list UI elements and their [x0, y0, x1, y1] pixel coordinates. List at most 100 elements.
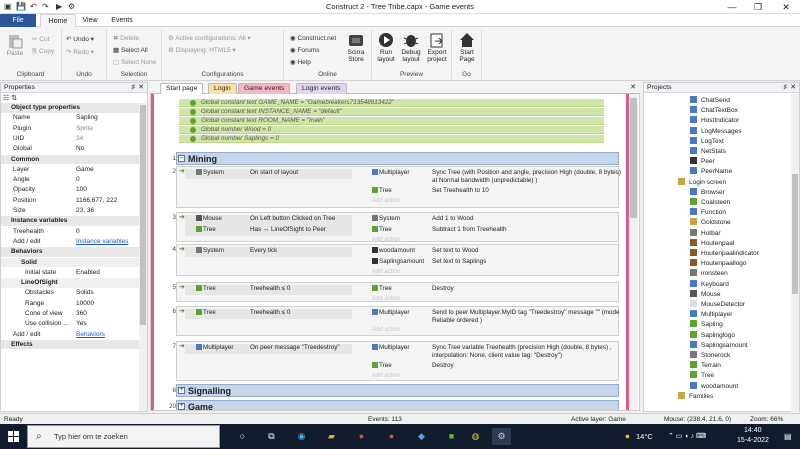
select-all-button[interactable]: ▦ Select All — [113, 46, 148, 54]
property-section[interactable]: Common — [1, 154, 139, 164]
project-item[interactable]: Tree — [690, 371, 714, 379]
projects-scroll-thumb[interactable] — [792, 174, 798, 294]
property-section[interactable]: Object type properties — [1, 103, 139, 113]
copy-button[interactable]: ⎘ Copy — [32, 48, 54, 56]
project-item[interactable]: ironsteen — [690, 269, 728, 277]
help-link[interactable]: ◉ Help — [290, 58, 311, 66]
event-block[interactable]: ➔ Tree Treehealth ≤ 0 Multiplayer Send to pe… — [176, 306, 620, 336]
event-block[interactable]: ➔ Tree Treehealth ≤ 0 Tree Destroy Add action — [176, 282, 619, 302]
close-icon[interactable]: ✕ — [790, 83, 796, 93]
add-action-link[interactable]: Add action — [372, 327, 400, 333]
start-page-button[interactable]: Start Page — [454, 32, 480, 63]
project-item[interactable]: Stonerock — [690, 351, 730, 359]
project-item[interactable]: LogText — [690, 136, 724, 145]
project-item[interactable]: Families — [678, 391, 713, 400]
event-group-signalling[interactable]: + Signalling — [176, 384, 619, 397]
event-block[interactable]: ➔ System On start of layout Multiplayer Sync… — [176, 166, 621, 208]
property-section[interactable]: Behaviors — [1, 247, 139, 257]
forums-link[interactable]: ◉ Forums — [290, 46, 320, 54]
project-item[interactable]: Houtenpaalindicator — [690, 249, 759, 257]
project-item[interactable]: Houtenpaallogo — [690, 259, 747, 267]
tab-login-events[interactable]: Login events — [296, 83, 347, 94]
property-section[interactable]: Effects — [1, 339, 139, 350]
cortana-icon[interactable]: ○ — [233, 428, 252, 445]
global-variable-row[interactable]: Global constant text GAME_NAME = "Gamebr… — [179, 99, 604, 108]
undo-button[interactable]: ↶ Undo ▾ — [66, 35, 94, 43]
project-item[interactable]: Hotbar — [690, 228, 721, 237]
opera-icon[interactable]: ● — [352, 428, 371, 445]
tab-view[interactable]: View — [76, 14, 104, 27]
project-item[interactable]: Saplinglogo — [690, 330, 735, 339]
project-item[interactable]: Houtenpaal — [690, 238, 734, 247]
paste-button[interactable]: Paste — [4, 33, 26, 57]
project-item[interactable]: LogMessages — [690, 126, 741, 135]
project-item[interactable]: woodamount — [690, 381, 738, 390]
property-link[interactable]: Behaviors — [76, 330, 105, 340]
event-condition[interactable]: Tree Has ↔ LineOfSight to Peer — [185, 226, 352, 236]
event-condition[interactable]: Multiplayer On peer message "Treedestroy" — [185, 344, 352, 354]
add-action-link[interactable]: Add action — [372, 269, 400, 275]
tab-game-events[interactable]: Game events — [238, 83, 291, 94]
project-item[interactable]: Sapling — [690, 320, 723, 328]
project-item[interactable]: Mouse — [690, 289, 721, 298]
weather-icon[interactable]: ● — [618, 428, 637, 445]
project-item[interactable]: Login screen — [678, 177, 726, 186]
project-item[interactable]: HostIndicator — [690, 116, 739, 124]
project-item[interactable]: Multiplayer — [690, 310, 732, 318]
project-item[interactable]: Coalsteen — [690, 198, 730, 206]
global-variable-row[interactable]: Global constant text INSTANCE_NAME = "de… — [179, 108, 604, 117]
add-action-link[interactable]: Add action — [372, 373, 400, 379]
add-action-link[interactable]: Add action — [372, 296, 400, 302]
event-condition[interactable]: Tree Treehealth ≤ 0 — [185, 309, 352, 319]
debug-layout-button[interactable]: Debug layout — [399, 32, 423, 63]
taskbar-search-input[interactable]: ⌕ Typ hier om te zoeken — [27, 425, 220, 448]
event-block[interactable]: ➔ System Every tick woodamount Set text to W… — [176, 244, 619, 276]
global-variable-row[interactable]: Global number Wood = 0 — [179, 126, 604, 135]
projects-scrollbar[interactable] — [791, 94, 799, 412]
event-group-game[interactable]: + Game — [176, 400, 619, 410]
project-item[interactable]: Terrain — [690, 361, 721, 369]
project-item[interactable]: ChatTextBox — [690, 106, 738, 114]
global-variable-row[interactable]: Global constant text ROOM_NAME = "main" — [179, 117, 604, 126]
properties-scroll-thumb[interactable] — [140, 105, 146, 325]
active-configurations-dropdown[interactable]: ⚙ Active configurations: All ▾ — [168, 34, 251, 42]
sheet-scroll-thumb[interactable] — [630, 98, 637, 218]
delete-button[interactable]: ✖ Delete — [113, 34, 139, 42]
cut-button[interactable]: ✂ Cut — [32, 35, 49, 43]
export-project-button[interactable]: Export project — [424, 32, 450, 63]
scirra-store-button[interactable]: Scirra Store — [344, 32, 368, 63]
event-block[interactable]: ➔ Mouse On Left button Clicked on Tree Tree… — [176, 212, 619, 243]
file-explorer-icon[interactable]: ▰ — [322, 428, 341, 445]
restore-button[interactable]: ❐ — [746, 0, 770, 14]
project-item[interactable]: ChatSend — [690, 96, 730, 104]
tray-icons[interactable]: ⌃ ▭ ◖ ♪ ⌨ — [668, 432, 706, 440]
event-condition[interactable]: Tree Treehealth ≤ 0 — [185, 285, 352, 295]
edge-icon[interactable]: ◉ — [292, 428, 311, 445]
event-condition[interactable]: System Every tick — [185, 247, 352, 257]
notifications-icon[interactable]: ▤ — [784, 432, 792, 441]
project-item[interactable]: Goldstone — [690, 218, 731, 226]
close-button[interactable]: ✕ — [774, 0, 798, 14]
minecraft-icon[interactable]: ■ — [442, 428, 461, 445]
displaying-dropdown[interactable]: ⚙ Displaying: HTML5 ▾ — [168, 46, 236, 54]
tab-start-page[interactable]: Start page — [160, 83, 204, 94]
construct-net-link[interactable]: ◉ Construct.net — [290, 34, 336, 42]
construct-icon[interactable]: ⚙ — [492, 428, 511, 445]
event-group-mining[interactable]: – Mining — [176, 152, 619, 165]
tab-file[interactable]: File — [0, 14, 36, 27]
add-action-link[interactable]: Add action — [372, 198, 400, 204]
windows-start-icon[interactable] — [8, 431, 19, 442]
tab-login[interactable]: Login — [208, 83, 237, 94]
property-link[interactable]: Instance variables — [76, 237, 128, 247]
tab-events[interactable]: Events — [106, 14, 138, 27]
project-item[interactable]: Browser — [690, 187, 725, 196]
redo-button[interactable]: ↷ Redo ▾ — [66, 48, 94, 56]
minimize-button[interactable]: — — [720, 0, 744, 14]
app-icon-red[interactable]: ● — [382, 428, 401, 445]
event-block[interactable]: ➔ Multiplayer On peer message "Treedestroy… — [176, 341, 619, 381]
chrome-icon[interactable]: ◍ — [466, 428, 485, 445]
app-icon-blue[interactable]: ◆ — [412, 428, 431, 445]
properties-scrollbar[interactable] — [139, 103, 147, 411]
sort-icon[interactable]: ☷ ⇅ — [3, 94, 17, 102]
close-tab-icon[interactable]: ✕ — [630, 83, 636, 91]
